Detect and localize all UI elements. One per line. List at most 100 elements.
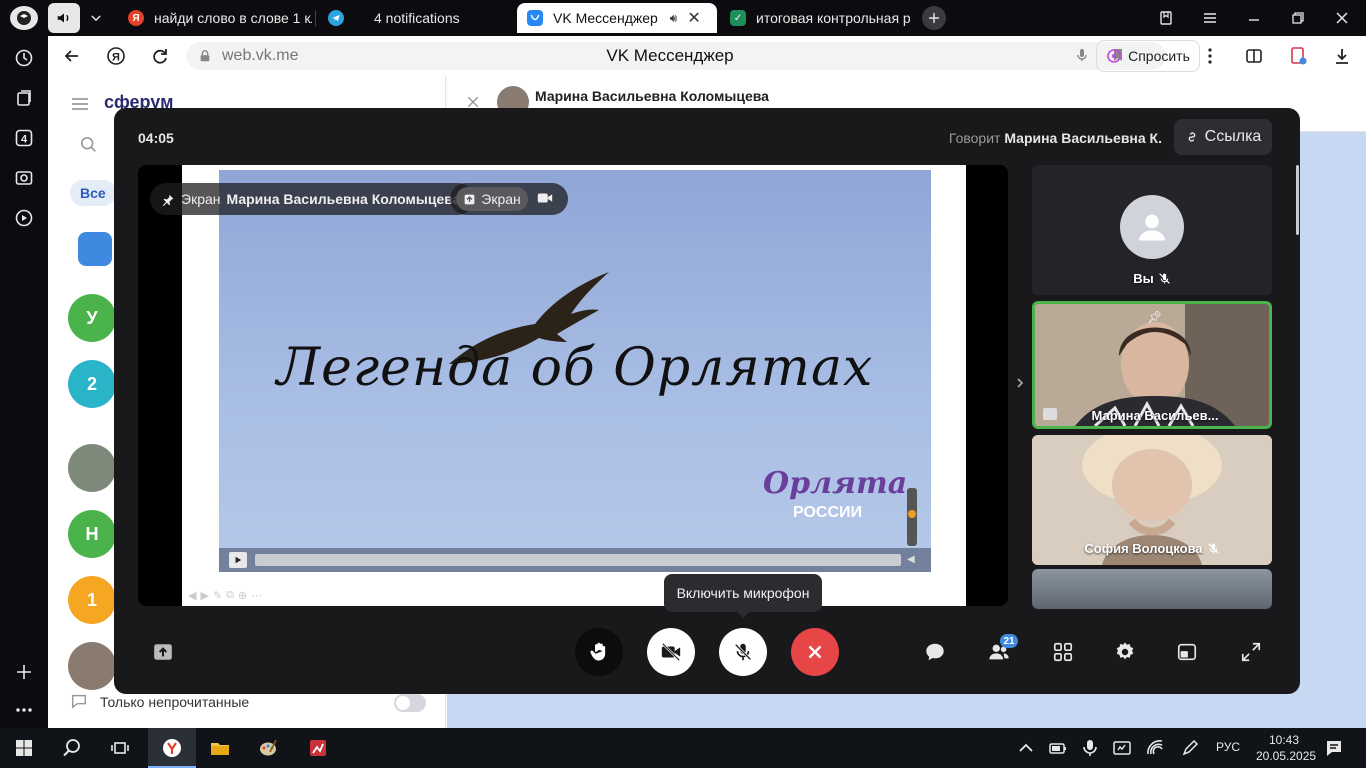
side-panel-icon[interactable] bbox=[1242, 44, 1266, 68]
yandex-menu-icon[interactable] bbox=[10, 6, 38, 30]
video-call-window: 04:05 Говорит Марина Васильевна К. Ссылк… bbox=[114, 108, 1300, 694]
grid-layout-button[interactable] bbox=[1049, 638, 1077, 666]
tab-telegram[interactable]: 4 notifications bbox=[318, 3, 514, 33]
raise-hand-button[interactable] bbox=[575, 628, 623, 676]
network-tray-icon[interactable] bbox=[1108, 734, 1136, 762]
close-icon bbox=[808, 645, 822, 659]
restore-window-button[interactable] bbox=[1286, 6, 1310, 30]
microphone-tray-icon[interactable] bbox=[1076, 734, 1104, 762]
sferum-chat-icon[interactable] bbox=[78, 232, 112, 266]
ask-alice-button[interactable]: Спросить bbox=[1096, 40, 1200, 72]
video-volume-slider[interactable] bbox=[907, 488, 917, 546]
pen-tray-icon[interactable] bbox=[1176, 734, 1204, 762]
keyboard-language[interactable]: РУС bbox=[1216, 740, 1240, 754]
history-clock-icon[interactable] bbox=[12, 46, 36, 70]
vk-menu-icon[interactable] bbox=[70, 94, 90, 119]
unread-only-label: Только непрочитанные bbox=[100, 694, 250, 710]
pin-icon[interactable]: 📌︎ bbox=[1147, 310, 1162, 324]
collections-cards-icon[interactable] bbox=[12, 86, 36, 110]
search-icon[interactable] bbox=[58, 734, 86, 762]
slide-next-icon[interactable]: ▶ bbox=[200, 589, 208, 602]
screen-pin-badge[interactable]: Экран Марина Васильевна Коломыцева bbox=[150, 183, 475, 215]
notifications-4-icon[interactable]: 4 bbox=[12, 126, 36, 150]
camera-toggle-button[interactable] bbox=[647, 628, 695, 676]
presentation-app-icon[interactable] bbox=[304, 734, 332, 762]
end-call-button[interactable] bbox=[791, 628, 839, 676]
battery-icon[interactable] bbox=[1044, 734, 1072, 762]
copy-link-button[interactable]: Ссылка bbox=[1174, 119, 1272, 155]
chat-avatar[interactable]: У bbox=[68, 294, 116, 342]
filter-all-chip[interactable]: Все bbox=[70, 180, 116, 206]
collections-icon[interactable] bbox=[1154, 6, 1178, 30]
more-vertical-icon[interactable] bbox=[1198, 44, 1222, 68]
mic-tooltip: Включить микрофон bbox=[664, 574, 822, 612]
video-volume-icon[interactable]: ◀ bbox=[907, 554, 915, 565]
chevron-right-icon[interactable] bbox=[1014, 376, 1026, 394]
chat-avatar[interactable] bbox=[68, 444, 116, 492]
chat-avatar[interactable] bbox=[68, 642, 116, 690]
video-play-button[interactable] bbox=[229, 552, 247, 568]
tab-close-icon[interactable]: ✕ bbox=[687, 8, 700, 28]
tab-list-dropdown[interactable] bbox=[84, 6, 108, 30]
new-tab-button[interactable] bbox=[922, 6, 946, 30]
tray-overflow-chevron-icon[interactable] bbox=[1012, 734, 1040, 762]
view-camera-button[interactable] bbox=[536, 189, 554, 212]
settings-button[interactable] bbox=[1111, 638, 1139, 666]
tab-title: итоговая контрольная ра bbox=[756, 10, 910, 26]
minimize-window-button[interactable] bbox=[1242, 6, 1266, 30]
search-icon[interactable] bbox=[80, 136, 98, 159]
embedded-video[interactable]: Легенда об Орлятах Орлята РОССИИ ◀ bbox=[219, 170, 931, 572]
chat-avatar[interactable]: 1 bbox=[68, 576, 116, 624]
notification-center-icon[interactable] bbox=[1320, 734, 1348, 762]
video-player-icon[interactable] bbox=[12, 206, 36, 230]
windows-start-icon[interactable] bbox=[10, 734, 38, 762]
close-window-button[interactable] bbox=[1330, 6, 1354, 30]
url-field[interactable]: web.vk.me VK Мессенджер bbox=[186, 42, 1166, 70]
tab-title: 4 notifications bbox=[374, 10, 460, 26]
tab-yandex-search[interactable]: Я найди слово в слове 1 кл bbox=[118, 3, 312, 33]
task-view-icon[interactable] bbox=[106, 734, 134, 762]
chat-avatar[interactable]: Н bbox=[68, 510, 116, 558]
menu-hamburger-icon[interactable] bbox=[1198, 6, 1222, 30]
paint-icon[interactable] bbox=[254, 734, 282, 762]
reload-button[interactable] bbox=[148, 44, 172, 68]
voice-search-icon[interactable] bbox=[1074, 47, 1090, 68]
slide-pen-icon[interactable]: ✎ bbox=[213, 589, 222, 602]
participant-tile-you[interactable]: Вы bbox=[1032, 165, 1272, 295]
more-dots-icon[interactable] bbox=[12, 698, 36, 722]
yandex-browser-icon[interactable] bbox=[158, 734, 186, 762]
file-explorer-icon[interactable] bbox=[206, 734, 234, 762]
fullscreen-button[interactable] bbox=[1237, 638, 1265, 666]
chat-button[interactable] bbox=[921, 638, 949, 666]
add-panel-plus-icon[interactable] bbox=[12, 660, 36, 684]
video-progress-track[interactable] bbox=[255, 554, 901, 566]
pip-button[interactable] bbox=[1173, 638, 1201, 666]
participant-tile[interactable]: София Волоцкова bbox=[1032, 435, 1272, 565]
slide-prev-icon[interactable]: ◀ bbox=[188, 589, 196, 602]
participant-tile-speaking[interactable]: 📌︎ Марина Васильев... bbox=[1032, 301, 1272, 429]
clock[interactable]: 10:43 20.05.2025 bbox=[1256, 732, 1316, 764]
ask-label: Спросить bbox=[1128, 48, 1190, 64]
chat-avatar[interactable]: 2 bbox=[68, 360, 116, 408]
slide-copy-icon[interactable]: ⧉ bbox=[226, 589, 234, 602]
tab-vk-messenger[interactable]: VK Мессенджер 🔊︎ ✕ bbox=[517, 3, 717, 33]
tab-test[interactable]: ✓ итоговая контрольная ра bbox=[720, 3, 910, 33]
participants-scrollbar[interactable] bbox=[1296, 165, 1299, 235]
slide-zoom-icon[interactable]: ⊕ bbox=[238, 589, 247, 602]
unread-toggle[interactable] bbox=[394, 694, 426, 712]
slide-more-icon[interactable]: ⋯ bbox=[251, 589, 262, 602]
pdf-extension-icon[interactable] bbox=[1286, 44, 1310, 68]
back-button[interactable] bbox=[60, 44, 84, 68]
downloads-icon[interactable] bbox=[1330, 44, 1354, 68]
yandex-home-button[interactable]: Я bbox=[104, 44, 128, 68]
tab-audio-button[interactable] bbox=[48, 3, 80, 33]
microphone-toggle-button[interactable] bbox=[719, 628, 767, 676]
participant-tile[interactable] bbox=[1032, 569, 1272, 609]
link-label: Ссылка bbox=[1204, 128, 1262, 145]
view-screen-button[interactable]: Экран bbox=[456, 187, 528, 211]
screenshot-camera-icon[interactable] bbox=[12, 166, 36, 190]
share-screen-button[interactable] bbox=[149, 638, 177, 666]
screen-share-stage[interactable]: Легенда об Орлятах Орлята РОССИИ ◀ ◀ ▶ ✎… bbox=[138, 165, 1008, 606]
wifi-icon[interactable] bbox=[1142, 734, 1170, 762]
participants-count-badge: 21 bbox=[1000, 634, 1018, 648]
